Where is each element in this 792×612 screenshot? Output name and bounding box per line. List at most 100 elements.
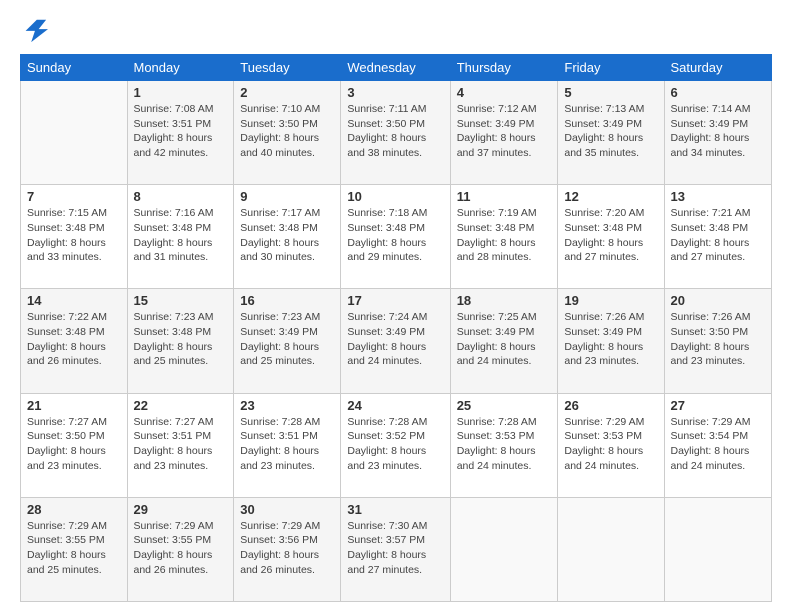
day-cell: 28 Sunrise: 7:29 AM Sunset: 3:55 PM Dayli… <box>21 497 128 601</box>
col-header-tuesday: Tuesday <box>234 55 341 81</box>
day-detail: Sunrise: 7:26 AM Sunset: 3:49 PM Dayligh… <box>564 310 657 369</box>
week-row-5: 28 Sunrise: 7:29 AM Sunset: 3:55 PM Dayli… <box>21 497 772 601</box>
day-cell: 14Sunrise: 7:22 AM Sunset: 3:48 PM Dayli… <box>21 289 128 393</box>
day-detail: Sunrise: 7:18 AM Sunset: 3:48 PM Dayligh… <box>347 206 443 265</box>
day-detail: Sunrise: 7:28 AM Sunset: 3:52 PM Dayligh… <box>347 415 443 474</box>
page: SundayMondayTuesdayWednesdayThursdayFrid… <box>0 0 792 612</box>
day-number: 25 <box>457 398 552 413</box>
day-cell: 29 Sunrise: 7:29 AM Sunset: 3:55 PM Dayli… <box>127 497 234 601</box>
day-detail: Sunrise: 7:27 AM Sunset: 3:50 PM Dayligh… <box>27 415 121 474</box>
day-number: 12 <box>564 189 657 204</box>
day-detail: Sunrise: 7:24 AM Sunset: 3:49 PM Dayligh… <box>347 310 443 369</box>
day-cell: 13 Sunrise: 7:21 AM Sunset: 3:48 PM Dayli… <box>664 185 772 289</box>
day-cell <box>664 497 772 601</box>
day-number: 9 <box>240 189 334 204</box>
day-number: 3 <box>347 85 443 100</box>
day-cell: 12 Sunrise: 7:20 AM Sunset: 3:48 PM Dayli… <box>558 185 664 289</box>
day-number: 15 <box>134 293 228 308</box>
day-cell: 24Sunrise: 7:28 AM Sunset: 3:52 PM Dayli… <box>341 393 450 497</box>
day-cell: 19 Sunrise: 7:26 AM Sunset: 3:49 PM Dayli… <box>558 289 664 393</box>
day-detail: Sunrise: 7:08 AM Sunset: 3:51 PM Dayligh… <box>134 102 228 161</box>
day-detail: Sunrise: 7:28 AM Sunset: 3:51 PM Dayligh… <box>240 415 334 474</box>
day-cell: 4 Sunrise: 7:12 AM Sunset: 3:49 PM Daylig… <box>450 81 558 185</box>
day-cell: 6 Sunrise: 7:14 AM Sunset: 3:49 PM Daylig… <box>664 81 772 185</box>
day-cell: 25 Sunrise: 7:28 AM Sunset: 3:53 PM Dayli… <box>450 393 558 497</box>
day-detail: Sunrise: 7:29 AM Sunset: 3:55 PM Dayligh… <box>134 519 228 578</box>
day-number: 17 <box>347 293 443 308</box>
day-detail: Sunrise: 7:29 AM Sunset: 3:55 PM Dayligh… <box>27 519 121 578</box>
day-number: 23 <box>240 398 334 413</box>
day-cell: 2 Sunrise: 7:10 AM Sunset: 3:50 PM Daylig… <box>234 81 341 185</box>
week-row-3: 14Sunrise: 7:22 AM Sunset: 3:48 PM Dayli… <box>21 289 772 393</box>
day-number: 13 <box>671 189 766 204</box>
day-detail: Sunrise: 7:23 AM Sunset: 3:48 PM Dayligh… <box>134 310 228 369</box>
day-number: 20 <box>671 293 766 308</box>
day-number: 26 <box>564 398 657 413</box>
day-detail: Sunrise: 7:22 AM Sunset: 3:48 PM Dayligh… <box>27 310 121 369</box>
day-cell: 5 Sunrise: 7:13 AM Sunset: 3:49 PM Daylig… <box>558 81 664 185</box>
day-cell: 15 Sunrise: 7:23 AM Sunset: 3:48 PM Dayli… <box>127 289 234 393</box>
day-cell: 30Sunrise: 7:29 AM Sunset: 3:56 PM Dayli… <box>234 497 341 601</box>
day-detail: Sunrise: 7:30 AM Sunset: 3:57 PM Dayligh… <box>347 519 443 578</box>
day-number: 21 <box>27 398 121 413</box>
day-number: 5 <box>564 85 657 100</box>
day-detail: Sunrise: 7:21 AM Sunset: 3:48 PM Dayligh… <box>671 206 766 265</box>
day-cell: 26 Sunrise: 7:29 AM Sunset: 3:53 PM Dayli… <box>558 393 664 497</box>
day-detail: Sunrise: 7:27 AM Sunset: 3:51 PM Dayligh… <box>134 415 228 474</box>
day-number: 4 <box>457 85 552 100</box>
col-header-saturday: Saturday <box>664 55 772 81</box>
col-header-friday: Friday <box>558 55 664 81</box>
col-header-sunday: Sunday <box>21 55 128 81</box>
logo-icon <box>20 16 48 44</box>
day-cell: 21 Sunrise: 7:27 AM Sunset: 3:50 PM Dayli… <box>21 393 128 497</box>
day-cell <box>558 497 664 601</box>
day-number: 2 <box>240 85 334 100</box>
week-row-4: 21 Sunrise: 7:27 AM Sunset: 3:50 PM Dayli… <box>21 393 772 497</box>
week-row-2: 7 Sunrise: 7:15 AM Sunset: 3:48 PM Daylig… <box>21 185 772 289</box>
day-number: 19 <box>564 293 657 308</box>
day-number: 29 <box>134 502 228 517</box>
day-cell: 17 Sunrise: 7:24 AM Sunset: 3:49 PM Dayli… <box>341 289 450 393</box>
calendar-header-row: SundayMondayTuesdayWednesdayThursdayFrid… <box>21 55 772 81</box>
day-detail: Sunrise: 7:14 AM Sunset: 3:49 PM Dayligh… <box>671 102 766 161</box>
day-cell: 7 Sunrise: 7:15 AM Sunset: 3:48 PM Daylig… <box>21 185 128 289</box>
day-number: 8 <box>134 189 228 204</box>
day-number: 16 <box>240 293 334 308</box>
day-detail: Sunrise: 7:13 AM Sunset: 3:49 PM Dayligh… <box>564 102 657 161</box>
day-number: 10 <box>347 189 443 204</box>
day-detail: Sunrise: 7:28 AM Sunset: 3:53 PM Dayligh… <box>457 415 552 474</box>
day-cell: 18Sunrise: 7:25 AM Sunset: 3:49 PM Dayli… <box>450 289 558 393</box>
day-detail: Sunrise: 7:15 AM Sunset: 3:48 PM Dayligh… <box>27 206 121 265</box>
calendar-table: SundayMondayTuesdayWednesdayThursdayFrid… <box>20 54 772 602</box>
day-detail: Sunrise: 7:10 AM Sunset: 3:50 PM Dayligh… <box>240 102 334 161</box>
day-number: 11 <box>457 189 552 204</box>
day-number: 27 <box>671 398 766 413</box>
day-cell: 27Sunrise: 7:29 AM Sunset: 3:54 PM Dayli… <box>664 393 772 497</box>
day-number: 18 <box>457 293 552 308</box>
day-cell: 8 Sunrise: 7:16 AM Sunset: 3:48 PM Daylig… <box>127 185 234 289</box>
day-number: 7 <box>27 189 121 204</box>
day-cell: 3Sunrise: 7:11 AM Sunset: 3:50 PM Daylig… <box>341 81 450 185</box>
day-number: 30 <box>240 502 334 517</box>
col-header-thursday: Thursday <box>450 55 558 81</box>
day-cell: 11 Sunrise: 7:19 AM Sunset: 3:48 PM Dayli… <box>450 185 558 289</box>
day-number: 6 <box>671 85 766 100</box>
day-cell: 31 Sunrise: 7:30 AM Sunset: 3:57 PM Dayli… <box>341 497 450 601</box>
day-detail: Sunrise: 7:26 AM Sunset: 3:50 PM Dayligh… <box>671 310 766 369</box>
day-number: 31 <box>347 502 443 517</box>
day-number: 1 <box>134 85 228 100</box>
col-header-monday: Monday <box>127 55 234 81</box>
day-detail: Sunrise: 7:19 AM Sunset: 3:48 PM Dayligh… <box>457 206 552 265</box>
day-cell: 1 Sunrise: 7:08 AM Sunset: 3:51 PM Daylig… <box>127 81 234 185</box>
day-cell: 10 Sunrise: 7:18 AM Sunset: 3:48 PM Dayli… <box>341 185 450 289</box>
logo <box>20 16 52 44</box>
header <box>20 16 772 44</box>
day-cell: 20 Sunrise: 7:26 AM Sunset: 3:50 PM Dayli… <box>664 289 772 393</box>
day-detail: Sunrise: 7:29 AM Sunset: 3:53 PM Dayligh… <box>564 415 657 474</box>
day-number: 28 <box>27 502 121 517</box>
day-detail: Sunrise: 7:17 AM Sunset: 3:48 PM Dayligh… <box>240 206 334 265</box>
day-detail: Sunrise: 7:12 AM Sunset: 3:49 PM Dayligh… <box>457 102 552 161</box>
day-detail: Sunrise: 7:16 AM Sunset: 3:48 PM Dayligh… <box>134 206 228 265</box>
day-detail: Sunrise: 7:20 AM Sunset: 3:48 PM Dayligh… <box>564 206 657 265</box>
week-row-1: 1 Sunrise: 7:08 AM Sunset: 3:51 PM Daylig… <box>21 81 772 185</box>
